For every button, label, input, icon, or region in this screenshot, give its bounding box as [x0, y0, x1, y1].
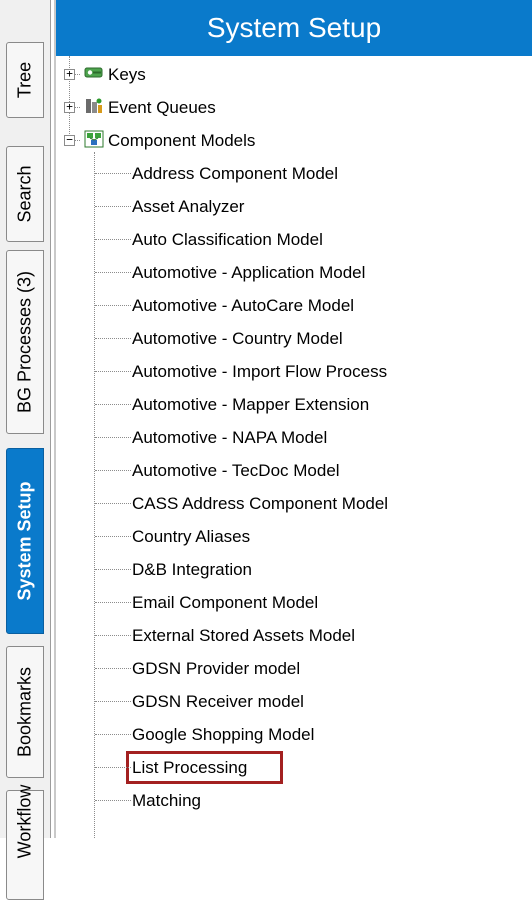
tree-node-d-b-integration[interactable]: D&B Integration: [132, 553, 252, 586]
tab-bookmarks[interactable]: Bookmarks: [6, 646, 44, 778]
tab-label: Workflow: [14, 784, 35, 859]
tree-node-auto-classification-model[interactable]: Auto Classification Model: [132, 223, 323, 256]
tree-connector: [95, 536, 131, 537]
tree-connector: [95, 470, 131, 471]
component-models-icon: [84, 130, 104, 148]
tab-bg-processes[interactable]: BG Processes (3): [6, 250, 44, 434]
keys-icon: [84, 67, 103, 78]
tree-connector: [94, 152, 95, 838]
tree-node-automotive-country-model[interactable]: Automotive - Country Model: [132, 322, 343, 355]
tree-connector: [95, 503, 131, 504]
tree-node-gdsn-receiver-model[interactable]: GDSN Receiver model: [132, 685, 304, 718]
tree-connector: [95, 239, 131, 240]
tree-node-keys[interactable]: Keys: [108, 58, 146, 91]
tree-connector: [95, 272, 131, 273]
tab-search[interactable]: Search: [6, 146, 44, 242]
tree-node-matching[interactable]: Matching: [132, 784, 201, 817]
tab-label: Search: [14, 165, 35, 223]
tab-workflow[interactable]: Workflow: [6, 785, 44, 900]
tree-connector: [95, 206, 131, 207]
tab-label: Bookmarks: [14, 666, 35, 758]
tree-connector: [95, 800, 131, 801]
highlight-box: [126, 751, 283, 784]
tree-node-cass-address-component-model[interactable]: CASS Address Component Model: [132, 487, 388, 520]
tree-connector: [95, 635, 131, 636]
tree-connector: [95, 602, 131, 603]
expand-icon[interactable]: +: [64, 68, 75, 80]
tree-node-automotive-tecdoc-model[interactable]: Automotive - TecDoc Model: [132, 454, 340, 487]
tree-node-automotive-napa-model[interactable]: Automotive - NAPA Model: [132, 421, 327, 454]
tree-node-country-aliases[interactable]: Country Aliases: [132, 520, 250, 553]
tree-node-component-models[interactable]: Component Models: [108, 124, 255, 157]
tab-system-setup[interactable]: System Setup: [6, 448, 44, 634]
tree-connector: [95, 404, 131, 405]
tree-node-automotive-autocare-model[interactable]: Automotive - AutoCare Model: [132, 289, 354, 322]
tree-connector: [95, 173, 131, 174]
tree-node-asset-analyzer[interactable]: Asset Analyzer: [132, 190, 244, 223]
tree-connector: [95, 668, 131, 669]
system-setup-tree: + Keys + Event Queues − Component Models…: [56, 56, 532, 838]
tree-connector: [95, 734, 131, 735]
tree-connector: [95, 338, 131, 339]
tree-node-email-component-model[interactable]: Email Component Model: [132, 586, 318, 619]
tree-connector: [95, 767, 131, 768]
tree-node-event-queues[interactable]: Event Queues: [108, 91, 216, 124]
tab-label: Tree: [14, 61, 35, 99]
event-queues-icon: [86, 98, 102, 113]
tab-label: System Setup: [14, 481, 35, 601]
tree-connector: [95, 305, 131, 306]
expand-icon[interactable]: +: [64, 101, 75, 113]
tab-tree[interactable]: Tree: [6, 42, 44, 118]
page-title: System Setup: [206, 12, 382, 43]
tree-node-external-stored-assets-model[interactable]: External Stored Assets Model: [132, 619, 355, 652]
tree-connector: [95, 437, 131, 438]
tree-node-address-component-model[interactable]: Address Component Model: [132, 157, 338, 190]
collapse-icon[interactable]: −: [64, 134, 75, 146]
tree-node-automotive-mapper-extension[interactable]: Automotive - Mapper Extension: [132, 388, 369, 421]
tree-connector: [95, 569, 131, 570]
tree-node-gdsn-provider-model[interactable]: GDSN Provider model: [132, 652, 300, 685]
system-setup-window: Tree Search BG Processes (3) System Setu…: [0, 0, 532, 900]
tree-node-automotive-import-flow-process[interactable]: Automotive - Import Flow Process: [132, 355, 387, 388]
tree-node-google-shopping-model[interactable]: Google Shopping Model: [132, 718, 314, 751]
panel-header: System Setup: [56, 0, 532, 56]
tree-connector: [95, 701, 131, 702]
tree-node-automotive-application-model[interactable]: Automotive - Application Model: [132, 256, 365, 289]
tree-connector: [95, 371, 131, 372]
vertical-tab-strip: Tree Search BG Processes (3) System Setu…: [0, 0, 51, 900]
tab-label: BG Processes (3): [14, 270, 35, 414]
